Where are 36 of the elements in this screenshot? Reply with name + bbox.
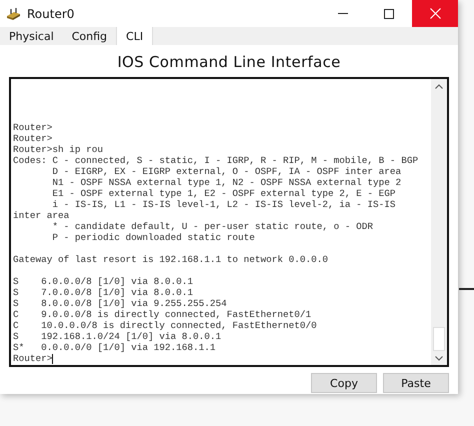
console-line: D - EIGRP, EX - EIGRP external, O - OSPF, IA - OSPF inter area [51,166,402,177]
panel-heading: IOS Command Line Interface [116,53,342,71]
console-line: Router> [13,133,54,144]
console-line: inter area [13,210,70,221]
action-button[interactable]: Paste [383,373,449,393]
scroll-down-icon[interactable] [435,356,443,360]
console-line: Gateway of last resort is 192.168.1.1 to network 0.0.0.0 [13,254,330,265]
scroll-up-icon[interactable] [435,84,443,88]
router-icon [6,6,22,20]
console-line: N1 - OSPF NSSA external type 1, N2 - OSPF NSSA external type 2 [51,177,402,188]
action-button[interactable]: Copy [311,373,377,393]
console-line: C 9.0.0.0/8 is directly connected, FastEthernet0/1 [13,309,312,320]
window-title: Router0 [27,6,76,20]
console-line: Router>sh ip rou [13,144,104,155]
console-line: S 7.0.0.0/8 [1/0] via 8.0.0.1 [13,287,194,298]
text-cursor [52,354,54,364]
console-line: P - periodic downloaded static route [51,232,256,243]
close-icon[interactable] [430,8,440,19]
close-button[interactable] [412,0,458,27]
console-line: i - IS-IS, L1 - IS-IS level-1, L2 - IS-IS level-2, ia - IS-IS [51,199,397,210]
console-line: S 8.0.0.0/8 [1/0] via 9.255.255.254 [13,298,228,309]
maximize-icon[interactable] [384,8,394,18]
terminal-console[interactable] [9,77,449,367]
tab[interactable]: CLI [116,27,154,45]
console-line: Router> [13,122,54,133]
console-line: S 192.168.1.0/24 [1/0] via 8.0.0.1 [13,331,222,342]
scrollbar[interactable] [431,79,447,365]
console-line: Codes: C - connected, S - static, I - IGRP, R - RIP, M - mobile, B - BGP [13,155,420,166]
link-line [459,288,474,290]
console-line: S 6.0.0.0/8 [1/0] via 8.0.0.1 [13,276,194,287]
console-line: C 10.0.0.0/8 is directly connected, FastEthernet0/0 [13,320,318,331]
console-line: E1 - OSPF external type 1, E2 - OSPF external type 2, E - EGP [51,188,397,199]
console-line: * - candidate default, U - per-user static route, o - ODR [51,221,374,232]
console-line: S* 0.0.0.0/0 [1/0] via 192.168.1.1 [13,342,217,353]
scrollbar-thumb[interactable] [433,327,445,351]
command-prompt: Router> [13,353,52,364]
